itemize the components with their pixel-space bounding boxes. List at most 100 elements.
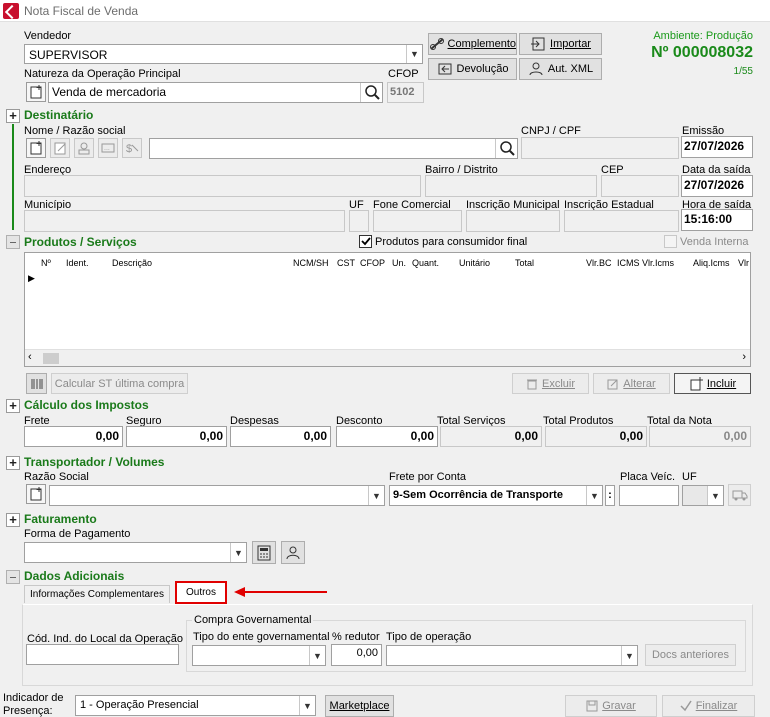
tipo-ente-select[interactable]: ▼ xyxy=(192,645,326,666)
collapse-produtos-icon[interactable] xyxy=(6,235,20,249)
scroll-left-icon[interactable]: ‹ xyxy=(28,351,32,363)
despesas-field[interactable]: 0,00 xyxy=(230,426,331,447)
expand-faturamento-icon[interactable]: + xyxy=(6,513,20,527)
col-header: Unitário xyxy=(459,258,491,268)
marketplace-button[interactable]: Marketplace xyxy=(325,695,394,717)
expand-impostos-icon[interactable]: + xyxy=(6,399,20,413)
impostos-title: Cálculo dos Impostos xyxy=(24,398,149,412)
natureza-label: Natureza da Operação Principal xyxy=(24,68,181,80)
barcode-button[interactable] xyxy=(26,373,47,394)
tipo-op-select[interactable]: ▼ xyxy=(386,645,638,666)
search-icon[interactable] xyxy=(360,83,382,102)
calcular-st-label: Calcular ST última compra xyxy=(54,377,185,390)
chevron-down-icon[interactable]: ▼ xyxy=(586,486,602,505)
scroll-right-icon[interactable]: › xyxy=(742,351,746,363)
alterar-button[interactable]: Alterar xyxy=(593,373,670,394)
placa-field[interactable] xyxy=(619,485,679,506)
indicador-select[interactable]: 1 - Operação Presencial ▼ xyxy=(75,695,316,716)
importar-button[interactable]: Importar xyxy=(519,33,602,55)
frete-separator: : xyxy=(605,485,615,506)
emissao-field[interactable]: 27/07/2026 xyxy=(681,136,753,158)
scroll-thumb[interactable] xyxy=(43,353,59,364)
venda-interna-label: Venda Interna xyxy=(680,236,749,248)
tab-outros[interactable]: Outros xyxy=(175,581,227,604)
natureza-input[interactable]: Venda de mercadoria xyxy=(48,82,383,103)
finalizar-button[interactable]: Finalizar xyxy=(662,695,755,717)
col-header: Aliq.Icms xyxy=(693,258,730,268)
chevron-down-icon[interactable]: ▼ xyxy=(368,486,384,505)
hora-saida-field[interactable]: 15:16:00 xyxy=(681,209,753,231)
cfop-field: 5102 xyxy=(387,82,424,103)
col-header: Quant. xyxy=(412,258,440,268)
redutor-field[interactable]: 0,00 xyxy=(331,644,382,666)
placa-label: Placa Veíc. xyxy=(620,471,676,483)
indicador-value: 1 - Operação Presencial xyxy=(80,699,199,711)
cnpj-field xyxy=(521,137,679,159)
razao-social-label: Razão Social xyxy=(24,471,89,483)
chevron-down-icon[interactable]: ▼ xyxy=(621,646,637,665)
chevron-down-icon[interactable]: ▼ xyxy=(299,696,315,715)
nome-input[interactable] xyxy=(149,138,518,159)
seguro-field[interactable]: 0,00 xyxy=(126,426,227,447)
devolucao-button[interactable]: Devolução xyxy=(428,58,517,80)
endereco-field xyxy=(24,175,421,197)
desconto-field[interactable]: 0,00 xyxy=(336,426,438,447)
docs-anteriores-button[interactable]: Docs anteriores xyxy=(645,644,736,666)
complemento-button[interactable]: Complemento xyxy=(428,33,517,55)
expand-destinatario-icon[interactable]: + xyxy=(6,109,20,123)
col-header: Vlr.Icms xyxy=(642,258,675,268)
total-nota-field: 0,00 xyxy=(649,426,751,447)
new-document-icon[interactable] xyxy=(26,82,46,102)
cod-local-field[interactable] xyxy=(26,644,179,665)
expand-transportador-icon[interactable]: + xyxy=(6,456,20,470)
section-bar xyxy=(12,124,14,230)
aut-xml-button[interactable]: Aut. XML xyxy=(519,58,602,80)
new-carrier-icon[interactable] xyxy=(26,484,46,504)
col-header: CST xyxy=(337,258,355,268)
chevron-down-icon[interactable]: ▼ xyxy=(309,646,325,665)
client-credit-icon[interactable]: $ xyxy=(122,138,142,158)
chevron-down-icon[interactable]: ▼ xyxy=(406,45,422,63)
page-counter: 1/55 xyxy=(733,66,753,77)
new-client-icon[interactable] xyxy=(26,138,46,158)
tab-informacoes[interactable]: Informações Complementares xyxy=(24,585,170,603)
excluir-button[interactable]: Excluir xyxy=(512,373,589,394)
faturamento-title: Faturamento xyxy=(24,512,97,526)
vendedor-select[interactable]: SUPERVISOR ▼ xyxy=(24,44,423,64)
uf-field xyxy=(349,210,369,232)
cfop-label: CFOP xyxy=(388,68,419,80)
incluir-button[interactable]: Incluir xyxy=(674,373,751,394)
chevron-down-icon[interactable]: ▼ xyxy=(230,543,246,562)
nome-label: Nome / Razão social xyxy=(24,125,126,137)
tipo-ente-label: Tipo do ente governamental xyxy=(193,631,330,643)
razao-social-select[interactable]: ▼ xyxy=(49,485,385,506)
consumidor-final-checkbox[interactable] xyxy=(359,235,372,248)
chevron-down-icon[interactable]: ▼ xyxy=(707,486,723,505)
transp-uf-select[interactable]: ▼ xyxy=(682,485,724,506)
client-search-icon[interactable] xyxy=(495,139,517,158)
municipio-field xyxy=(24,210,345,232)
forma-pagamento-select[interactable]: ▼ xyxy=(24,542,247,563)
collapse-dados-icon[interactable] xyxy=(6,570,20,584)
ie-field xyxy=(564,210,679,232)
venda-interna-checkbox[interactable] xyxy=(664,235,677,248)
frete-field[interactable]: 0,00 xyxy=(24,426,123,447)
truck-icon[interactable] xyxy=(728,484,751,506)
produtos-grid[interactable]: Nº Ident. Descrição NCM/SH CST CFOP Un. … xyxy=(24,252,751,367)
calculator-icon[interactable] xyxy=(252,541,276,564)
invoice-number: Nº 000008032 xyxy=(651,44,753,61)
data-saida-field[interactable]: 27/07/2026 xyxy=(681,175,753,197)
complemento-label: Complemento xyxy=(447,38,516,50)
edit-client-icon[interactable] xyxy=(50,138,70,158)
gravar-button[interactable]: Gravar xyxy=(565,695,657,717)
client-history-icon[interactable] xyxy=(74,138,94,158)
calcular-st-button[interactable]: Calcular ST última compra xyxy=(51,373,188,394)
frete-conta-select[interactable]: 9-Sem Ocorrência de Transporte ▼ xyxy=(389,485,603,506)
cep-field xyxy=(601,175,679,197)
horizontal-scrollbar[interactable]: ‹ › xyxy=(25,349,750,366)
user-icon[interactable] xyxy=(281,541,305,564)
more-options-icon[interactable]: ... xyxy=(98,138,118,158)
col-header: Ident. xyxy=(66,258,89,268)
cnpj-label: CNPJ / CPF xyxy=(521,125,581,137)
col-header: Vlr.BC xyxy=(586,258,612,268)
